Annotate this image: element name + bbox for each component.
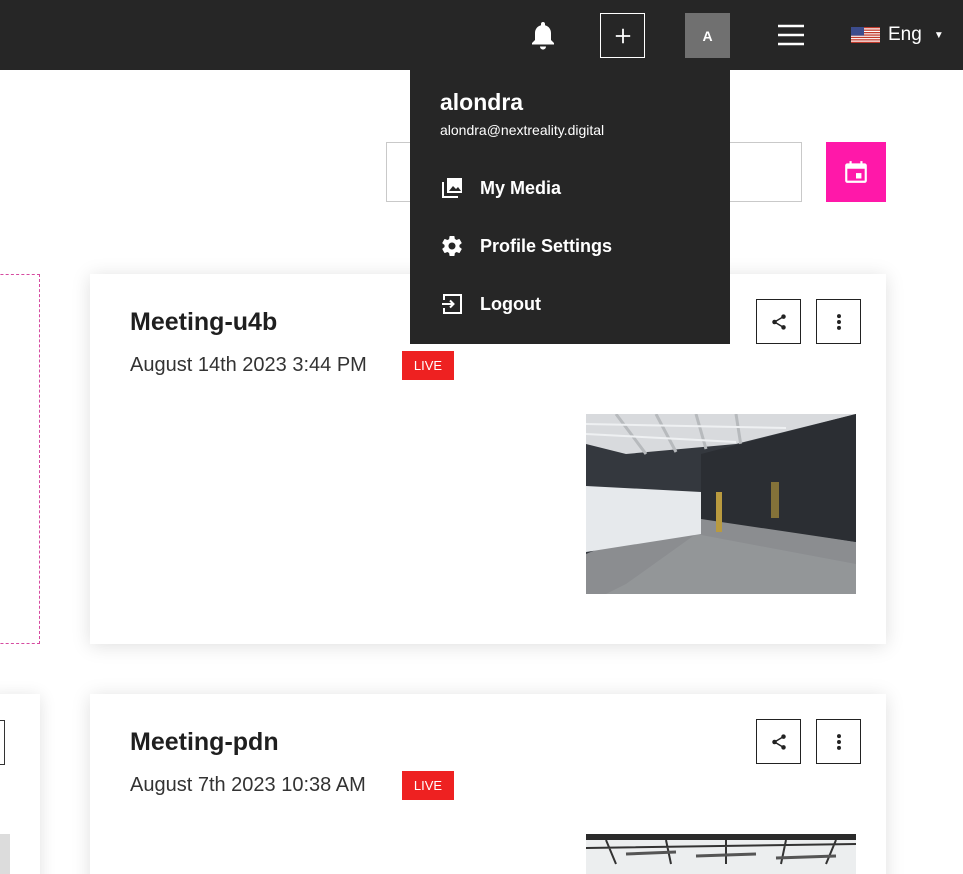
- profile-dropdown-menu: alondra alondra@nextreality.digital My M…: [410, 70, 730, 344]
- more-vertical-icon: [836, 733, 841, 750]
- meeting-card[interactable]: Meeting-pdn August 7th 2023 10:38 AM LIV…: [90, 694, 886, 874]
- us-flag-icon: [851, 27, 880, 43]
- avatar[interactable]: A: [685, 13, 730, 58]
- logout-icon: [442, 294, 462, 314]
- menu-item-label: Logout: [480, 293, 541, 314]
- calendar-icon: [845, 161, 867, 183]
- profile-username: alondra: [440, 89, 524, 115]
- more-options-button[interactable]: [816, 299, 861, 344]
- share-icon: [771, 313, 786, 330]
- create-button[interactable]: [600, 13, 645, 58]
- meeting-date: August 14th 2023 3:44 PM: [130, 354, 367, 376]
- menu-item-logout[interactable]: Logout: [440, 289, 541, 319]
- live-badge: LIVE: [402, 771, 454, 800]
- caret-down-icon: ▼: [933, 29, 944, 41]
- avatar-initial: A: [702, 27, 713, 44]
- menu-item-label: Profile Settings: [480, 235, 613, 256]
- share-icon: [771, 733, 786, 750]
- live-badge: LIVE: [402, 351, 454, 380]
- menu-item-my-media[interactable]: My Media: [440, 173, 561, 203]
- menu-item-label: My Media: [480, 177, 562, 198]
- language-label: Eng: [888, 24, 922, 45]
- meeting-thumbnail[interactable]: [586, 834, 856, 874]
- more-vertical-icon: [836, 313, 841, 330]
- card-thumbnail: [0, 834, 10, 874]
- top-navigation-bar: A Eng ▼: [0, 0, 963, 70]
- meeting-title[interactable]: Meeting-pdn: [130, 728, 279, 757]
- meeting-thumbnail[interactable]: [586, 414, 856, 594]
- gear-icon: [442, 236, 462, 257]
- drop-zone-placeholder: [0, 274, 40, 644]
- language-selector[interactable]: Eng ▼: [851, 22, 944, 48]
- share-button[interactable]: [756, 299, 801, 344]
- more-options-button[interactable]: [816, 719, 861, 764]
- bell-icon[interactable]: [527, 19, 559, 51]
- plus-icon: [615, 28, 630, 43]
- profile-email: alondra@nextreality.digital: [440, 122, 605, 138]
- card-action-button[interactable]: [0, 720, 5, 765]
- meeting-card-partial: [0, 694, 40, 874]
- hamburger-menu-button[interactable]: [776, 22, 806, 48]
- menu-item-profile-settings[interactable]: Profile Settings: [440, 231, 612, 261]
- hamburger-icon: [778, 24, 804, 46]
- meeting-date: August 7th 2023 10:38 AM: [130, 774, 366, 796]
- media-icon: [442, 178, 462, 198]
- share-button[interactable]: [756, 719, 801, 764]
- meeting-title[interactable]: Meeting-u4b: [130, 308, 277, 337]
- calendar-button[interactable]: [826, 142, 886, 202]
